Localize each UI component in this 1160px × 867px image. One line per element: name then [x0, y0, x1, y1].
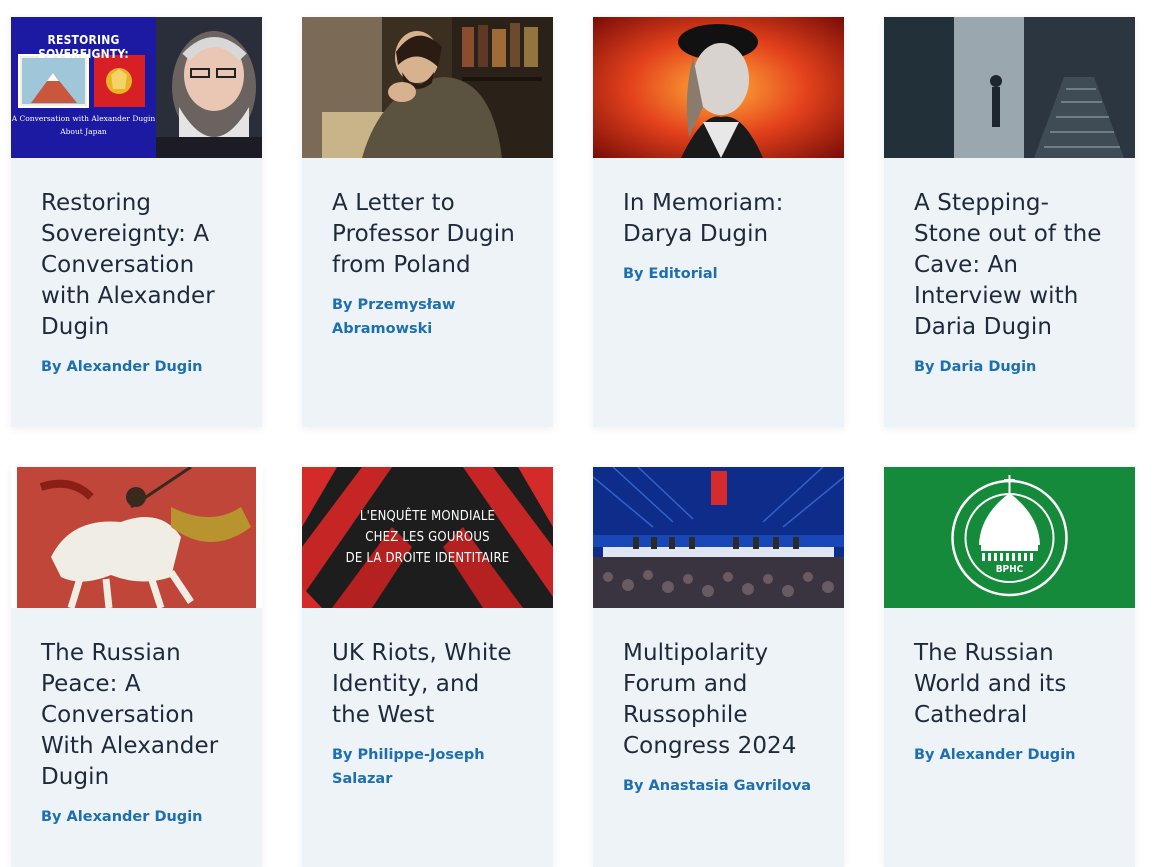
- thumbnail-caption-text: A Conversation with Alexander Dugin: [11, 114, 156, 123]
- article-thumbnail[interactable]: [11, 467, 262, 608]
- article-title[interactable]: The Russian Peace: A Conversation With A…: [41, 638, 232, 793]
- article-author-link[interactable]: By Przemysław Abramowski: [332, 293, 523, 341]
- thumbnail-image: [11, 467, 262, 608]
- article-card[interactable]: In Memoriam: Darya Dugin By Editorial: [593, 17, 844, 427]
- thumbnail-text-line: L'ENQUÊTE MONDIALE: [359, 509, 496, 524]
- card-body: A Stepping-Stone out of the Cave: An Int…: [884, 158, 1135, 413]
- article-title[interactable]: Restoring Sovereignty: A Conversation wi…: [41, 188, 232, 343]
- article-card[interactable]: ВРНС The Russian World and its Cathedral…: [884, 467, 1135, 867]
- article-thumbnail[interactable]: [884, 17, 1135, 158]
- article-author-link[interactable]: By Alexander Dugin: [41, 355, 232, 379]
- thumbnail-emblem-text: ВРНС: [995, 564, 1024, 575]
- article-card[interactable]: Multipolarity Forum and Russophile Congr…: [593, 467, 844, 867]
- article-card[interactable]: L'ENQUÊTE MONDIALE CHEZ LES GOUROUS DE L…: [302, 467, 553, 867]
- thumbnail-text-line: CHEZ LES GOUROUS: [365, 530, 490, 545]
- article-author-link[interactable]: By Editorial: [623, 262, 814, 286]
- card-body: A Letter to Professor Dugin from Poland …: [302, 158, 553, 375]
- thumbnail-text-line: DE LA DROITE IDENTITAIRE: [345, 551, 510, 566]
- article-card[interactable]: Restoring Sovereignty: A Conversation wi…: [11, 17, 262, 427]
- article-title[interactable]: A Letter to Professor Dugin from Poland: [332, 188, 523, 281]
- article-author-link[interactable]: By Philippe-Joseph Salazar: [332, 743, 523, 791]
- card-body: UK Riots, White Identity, and the West B…: [302, 608, 553, 825]
- card-body: Restoring Sovereignty: A Conversation wi…: [11, 158, 262, 413]
- article-thumbnail[interactable]: Restoring Sovereignty: A Conversation wi…: [11, 17, 262, 158]
- thumbnail-heading-text: Restoring Sovereignty:: [38, 33, 129, 61]
- article-title[interactable]: A Stepping-Stone out of the Cave: An Int…: [914, 188, 1105, 343]
- thumbnail-image: [884, 17, 1135, 158]
- article-thumbnail[interactable]: [302, 17, 553, 158]
- thumbnail-image: [302, 17, 553, 158]
- thumbnail-image: [593, 467, 844, 608]
- article-thumbnail[interactable]: [593, 17, 844, 158]
- thumbnail-emblem: [884, 467, 1135, 608]
- article-title[interactable]: In Memoriam: Darya Dugin: [623, 188, 814, 250]
- thumbnail-caption-text-2: About Japan: [60, 127, 107, 136]
- thumbnail-image: [593, 17, 844, 158]
- card-body: In Memoriam: Darya Dugin By Editorial: [593, 158, 844, 320]
- card-body: The Russian World and its Cathedral By A…: [884, 608, 1135, 801]
- article-author-link[interactable]: By Alexander Dugin: [914, 743, 1105, 767]
- article-card[interactable]: A Letter to Professor Dugin from Poland …: [302, 17, 553, 427]
- article-grid: Restoring Sovereignty: A Conversation wi…: [0, 0, 1160, 867]
- article-author-link[interactable]: By Anastasia Gavrilova: [623, 774, 814, 798]
- article-title[interactable]: The Russian World and its Cathedral: [914, 638, 1105, 731]
- card-body: Multipolarity Forum and Russophile Congr…: [593, 608, 844, 832]
- article-card[interactable]: The Russian Peace: A Conversation With A…: [11, 467, 262, 867]
- card-body: The Russian Peace: A Conversation With A…: [11, 608, 262, 863]
- article-author-link[interactable]: By Daria Dugin: [914, 355, 1105, 379]
- article-thumbnail[interactable]: [593, 467, 844, 608]
- article-title[interactable]: UK Riots, White Identity, and the West: [332, 638, 523, 731]
- article-thumbnail[interactable]: L'ENQUÊTE MONDIALE CHEZ LES GOUROUS DE L…: [302, 467, 553, 608]
- article-card[interactable]: A Stepping-Stone out of the Cave: An Int…: [884, 17, 1135, 427]
- article-title[interactable]: Multipolarity Forum and Russophile Congr…: [623, 638, 814, 762]
- article-author-link[interactable]: By Alexander Dugin: [41, 805, 232, 829]
- article-thumbnail[interactable]: ВРНС: [884, 467, 1135, 608]
